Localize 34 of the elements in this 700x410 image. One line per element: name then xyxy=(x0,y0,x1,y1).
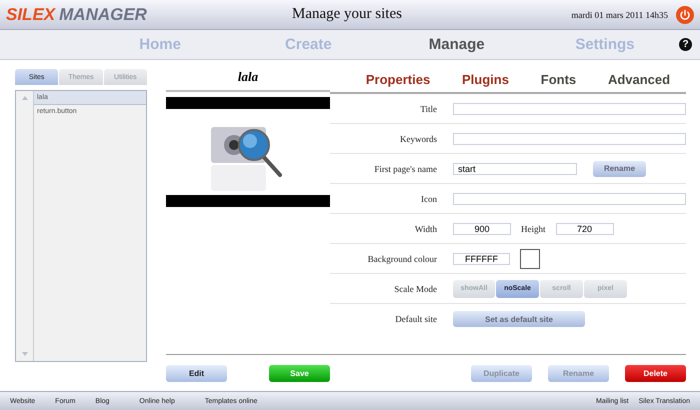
properties-tab[interactable]: Plugins xyxy=(462,72,509,87)
field-label: Width xyxy=(414,224,437,234)
power-icon[interactable] xyxy=(676,6,694,24)
action-button[interactable]: Delete xyxy=(625,364,686,382)
properties-tab[interactable]: Fonts xyxy=(540,72,576,87)
text-field[interactable] xyxy=(453,192,686,204)
nav-tab[interactable]: Manage xyxy=(382,36,531,53)
properties-tab[interactable]: Properties xyxy=(366,72,430,87)
field-label: Default site xyxy=(394,314,437,324)
default-site-button[interactable]: Set as default site xyxy=(453,311,585,327)
field-label: First page's name xyxy=(373,164,437,174)
field-label: Title xyxy=(419,104,437,114)
color-swatch[interactable] xyxy=(520,248,540,268)
height-field[interactable]: 720 xyxy=(556,222,614,234)
field-label: Keywords xyxy=(399,134,437,144)
field-label: Icon xyxy=(420,194,437,204)
field-label: Background colour xyxy=(366,254,437,264)
text-field[interactable] xyxy=(453,132,686,144)
site-name: lala xyxy=(166,69,330,92)
properties-tab[interactable]: Advanced xyxy=(608,72,670,87)
text-field[interactable]: start xyxy=(453,162,577,174)
text-field[interactable] xyxy=(453,102,686,114)
date-time: mardi 01 mars 2011 14h35 xyxy=(570,10,668,20)
help-icon[interactable]: ? xyxy=(679,38,692,51)
action-button[interactable]: Edit xyxy=(166,364,227,382)
color-field[interactable]: FFFFFF xyxy=(453,252,510,264)
field-label: Height xyxy=(521,224,546,234)
app-logo: SILEX MANAGER xyxy=(6,4,148,24)
scroll-up-icon[interactable] xyxy=(22,96,28,100)
window-title: Manage your sites xyxy=(291,6,403,23)
rename-button[interactable]: Rename xyxy=(593,160,646,176)
field-label: Scale Mode xyxy=(393,284,437,294)
width-field[interactable]: 900 xyxy=(453,222,511,234)
scroll-down-icon[interactable] xyxy=(22,352,28,356)
